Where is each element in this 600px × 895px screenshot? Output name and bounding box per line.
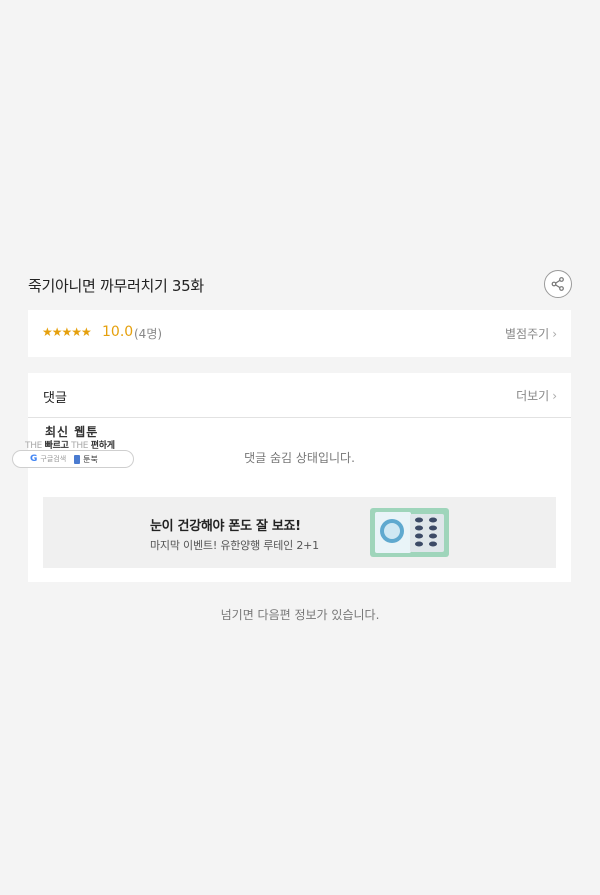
rate-button[interactable]: 별점주기 › [505,325,557,342]
comment-more-label: 더보기 [516,389,550,403]
rating-stars: ★★★★★ [42,325,92,339]
floating-app-badge[interactable]: 최신 웹툰 THE 빠르고 THE 편하게 G 구글검색 툰북 [12,421,134,469]
ad-subtext: 마지막 이벤트! 유한양행 루테인 2+1 [150,539,319,552]
rating-card: ★★★★★ 10.0 (4명) 별점주기 › [28,310,571,357]
google-icon: G [30,454,38,464]
episode-header: 죽기아니면 까무러치기 35화 [28,268,572,302]
comment-title: 댓글 [43,391,67,406]
comment-header: 댓글 더보기 › [28,373,571,418]
share-icon [551,277,564,291]
rating-count: (4명) [134,327,163,341]
chevron-right-icon: › [552,389,557,403]
webtoon-viewer-end-page: 죽기아니면 까무러치기 35화 ★★★★★ 10.0 (4명) 별점주기 › 댓글… [0,0,600,895]
rating-score: 10.0 [102,324,134,340]
next-episode-info: 넘기면 다음편 정보가 있습니다. [220,608,380,622]
toonbook-label: 툰북 [83,454,98,464]
lutein-product-image [370,508,449,557]
share-button[interactable] [544,270,572,298]
comment-more-button[interactable]: 더보기 › [516,387,557,404]
rate-button-label: 별점주기 [505,327,550,341]
google-search-label: 구글검색 [40,455,67,463]
ad-headline: 눈이 건강해야 폰도 잘 보죠! [150,519,301,534]
ad-banner[interactable]: 눈이 건강해야 폰도 잘 보죠! 마지막 이벤트! 유한양행 루테인 2+1 [43,497,556,568]
book-icon [74,454,81,464]
episode-title: 죽기아니면 까무러치기 35화 [28,277,204,295]
floating-badge-pill[interactable]: G 구글검색 툰북 [12,450,134,468]
chevron-right-icon: › [552,327,557,341]
comment-card: 댓글 더보기 › 댓글 숨김 상태입니다. 눈이 건강해야 폰도 잘 보죠! 마지… [28,373,571,582]
